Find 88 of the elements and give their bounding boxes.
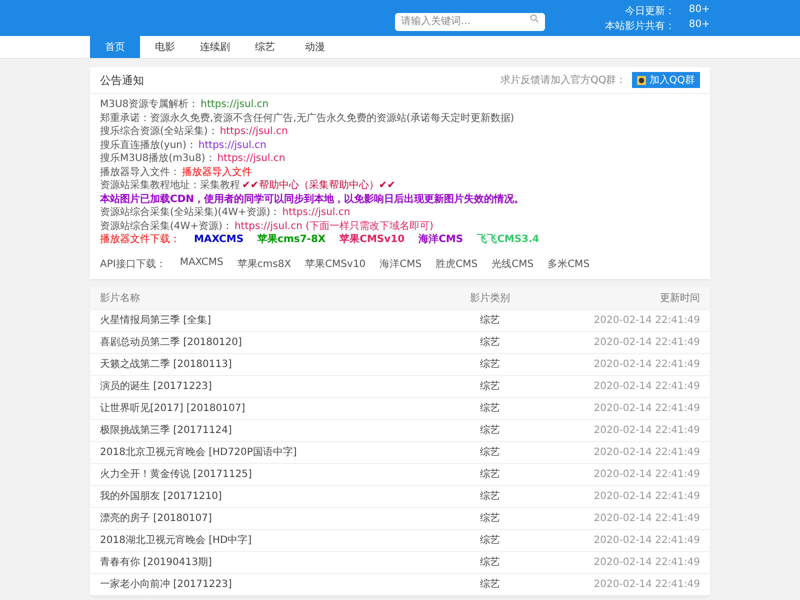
movie-title-link[interactable]: 我的外国朋友 [20171210] bbox=[100, 489, 420, 503]
stat-label: 今日更新： bbox=[624, 4, 675, 18]
notice-text: 本站图片已加载CDN，使用者的同学可以同步到本地，以免影响日后出现更新图片失效的情况。 bbox=[100, 192, 524, 206]
table-cell-text: 2020-02-14 22:41:49 bbox=[592, 578, 700, 590]
movie-title-link[interactable]: 极限挑战第三季 [20171124] bbox=[100, 423, 420, 437]
movie-title-link[interactable]: 演员的诞生 [20171223] bbox=[100, 379, 420, 393]
notice-link[interactable]: https://jsul.cn (下面一样只需改下域名即可) bbox=[234, 220, 434, 233]
notice-link[interactable]: https://jsul.cn bbox=[200, 98, 269, 112]
table-cell-text: 综艺 bbox=[479, 512, 501, 525]
column-header: 影片名称 bbox=[100, 292, 141, 304]
table-cell-text: 2020-02-14 22:41:49 bbox=[592, 380, 700, 392]
nav-tab[interactable]: 动漫 bbox=[290, 36, 340, 58]
notice-label: 搜乐综合资源(全站采集)： bbox=[100, 125, 218, 138]
table-cell-text: 综艺 bbox=[479, 446, 501, 459]
table-cell-text: 2020-02-14 22:41:49 bbox=[592, 402, 700, 414]
stat-value: 80+ bbox=[688, 4, 710, 16]
table-cell-text: 综艺 bbox=[479, 578, 501, 591]
movie-title-link[interactable]: 漂亮的房子 [20180107] bbox=[100, 511, 420, 525]
download-label: 播放器文件下载： bbox=[100, 233, 180, 246]
join-qq-button[interactable]: 加入QQ群 bbox=[632, 72, 700, 88]
table-cell-text: 综艺 bbox=[479, 534, 501, 547]
table-cell-text: 2020-02-14 22:41:49 bbox=[592, 512, 700, 524]
table-cell-text: 综艺 bbox=[479, 314, 501, 327]
table-cell-text: 2020-02-14 22:41:49 bbox=[592, 556, 700, 568]
movie-title-link[interactable]: 2018北京卫视元宵晚会 [HD720P国语中字] bbox=[100, 445, 420, 459]
download-link[interactable]: 苹果CMSv10 bbox=[340, 233, 405, 246]
column-header: 影片类别 bbox=[469, 292, 511, 304]
notice-link[interactable]: 播放器导入文件 bbox=[182, 166, 252, 179]
api-link[interactable]: 胜虎CMS bbox=[436, 256, 478, 270]
search-field[interactable]: 请输入关键词... bbox=[394, 12, 545, 30]
download-link[interactable]: 苹果cms7-8X bbox=[258, 233, 326, 246]
qq-hint: 求片反馈请加入官方QQ群： bbox=[500, 74, 626, 87]
notice-label: 播放器导入文件： bbox=[100, 166, 180, 179]
notice-text: 郑重承诺：资源永久免费,资源不含任何广告,无广告永久免费的资源站(承诺每天定时更新数据) bbox=[100, 112, 514, 125]
api-link[interactable]: 多米CMS bbox=[548, 256, 590, 270]
notice-label: 搜乐直连播放(yun)： bbox=[100, 138, 196, 152]
notice-link[interactable]: ✔✔帮助中心（采集帮助中心）✔✔ bbox=[242, 179, 396, 192]
table-cell-text: 2020-02-14 22:41:49 bbox=[592, 424, 700, 436]
api-link[interactable]: MAXCMS bbox=[180, 256, 224, 270]
column-header: 更新时间 bbox=[659, 292, 700, 304]
nav-tab[interactable]: 连续剧 bbox=[190, 36, 240, 58]
table-cell-text: 2020-02-14 22:41:49 bbox=[592, 358, 700, 370]
notice-link[interactable]: https://jsul.cn bbox=[282, 206, 350, 220]
movie-title-link[interactable]: 火星情报局第三季 [全集] bbox=[100, 313, 420, 327]
table-cell-text: 2020-02-14 22:41:49 bbox=[592, 534, 700, 546]
table-cell-text: 2020-02-14 22:41:49 bbox=[592, 336, 700, 348]
notice-label: 资源站综合采集(4W+资源)： bbox=[100, 220, 232, 233]
api-link[interactable]: 光线CMS bbox=[492, 256, 534, 270]
download-link[interactable]: MAXCMS bbox=[194, 233, 244, 246]
movie-title-link[interactable]: 让世界听见[2017] [20180107] bbox=[100, 401, 420, 415]
notice-label: 搜乐M3U8播放(m3u8)： bbox=[100, 152, 216, 166]
notice-link[interactable]: https://jsul.cn bbox=[220, 125, 288, 138]
table-cell-text: 综艺 bbox=[479, 402, 501, 415]
notice-label: 资源站综合采集(全站采集)(4W+资源)： bbox=[100, 206, 280, 220]
nav-tab[interactable]: 首页 bbox=[90, 36, 140, 58]
movie-title-link[interactable]: 2018湖北卫视元宵晚会 [HD中字] bbox=[100, 533, 420, 547]
movie-title-link[interactable]: 喜剧总动员第二季 [20180120] bbox=[100, 335, 420, 349]
table-cell-text: 综艺 bbox=[479, 424, 501, 437]
avatar-icon bbox=[637, 76, 646, 84]
api-link[interactable]: 苹果cms8X bbox=[237, 256, 292, 270]
nav-tab[interactable]: 电影 bbox=[140, 36, 190, 58]
api-link[interactable]: 海洋CMS bbox=[380, 256, 422, 270]
movie-title-link[interactable]: 火力全开！黄金传说 [20171125] bbox=[100, 467, 420, 481]
movie-title-link[interactable]: 一家老小向前冲 [20171223] bbox=[100, 577, 420, 591]
table-cell-text: 综艺 bbox=[479, 468, 501, 481]
stat-value: 80+ bbox=[688, 18, 710, 32]
table-cell-text: 综艺 bbox=[479, 336, 501, 349]
table-cell-text: 综艺 bbox=[479, 380, 501, 393]
download-link[interactable]: 海洋CMS bbox=[418, 233, 464, 246]
stat-label: 本站影片共有： bbox=[604, 20, 675, 32]
search-icon[interactable] bbox=[530, 14, 539, 22]
api-label: API接口下载： bbox=[100, 258, 166, 270]
api-link[interactable]: 苹果CMSv10 bbox=[305, 256, 366, 270]
movie-title-link[interactable]: 青春有你 [20190413期] bbox=[100, 555, 420, 569]
notice-label: 资源站采集教程地址：采集教程 bbox=[100, 179, 240, 192]
table-cell-text: 2020-02-14 22:41:49 bbox=[592, 490, 700, 502]
notice-link[interactable]: https://jsul.cn bbox=[198, 138, 266, 152]
movie-title-link[interactable]: 天籁之战第二季 [20180113] bbox=[100, 357, 420, 371]
table-cell-text: 2020-02-14 22:41:49 bbox=[592, 314, 700, 326]
table-cell-text: 2020-02-14 22:41:49 bbox=[592, 446, 700, 458]
table-cell-text: 综艺 bbox=[479, 490, 501, 503]
table-cell-text: 2020-02-14 22:41:49 bbox=[592, 468, 700, 480]
notice-link[interactable]: https://jsul.cn bbox=[217, 152, 286, 166]
notice-label: M3U8资源专属解析： bbox=[100, 98, 199, 112]
nav-tab[interactable]: 综艺 bbox=[240, 36, 290, 58]
table-cell-text: 综艺 bbox=[479, 358, 501, 371]
table-cell-text: 综艺 bbox=[479, 556, 501, 569]
notice-title: 公告通知 bbox=[100, 72, 144, 88]
